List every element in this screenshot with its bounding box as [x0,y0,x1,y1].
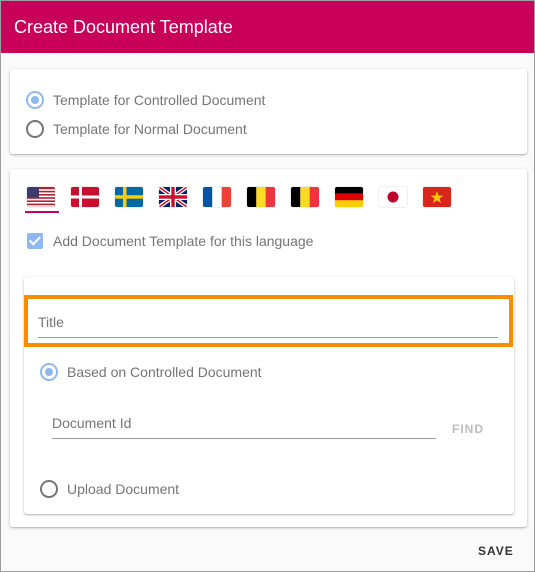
selected-language-indicator [25,211,59,213]
dialog-title: Create Document Template [1,1,534,53]
germany-flag-tab[interactable] [335,187,371,207]
germany-flag-icon[interactable] [335,187,363,207]
us-flag-icon[interactable] [27,187,55,207]
language-flags [25,187,467,213]
radio-checked-icon[interactable] [40,363,58,381]
us-flag-tab[interactable] [25,187,63,213]
radio-upload-document[interactable]: Upload Document [40,480,179,498]
radio-checked-icon[interactable] [26,91,44,109]
belgium-flag-tab[interactable] [247,187,283,207]
document-id-input[interactable]: Document Id [52,415,436,439]
radio-label: Upload Document [67,481,180,497]
vietnam-flag-tab[interactable] [423,187,459,207]
radio-unchecked-icon[interactable] [40,480,58,498]
checkbox-label: Add Document Template for this language [53,233,314,249]
checkbox-checked-icon[interactable] [27,233,43,249]
sweden-flag-tab[interactable] [115,187,151,207]
france-flag-tab[interactable] [203,187,239,207]
vietnam-flag-icon[interactable] [423,187,451,207]
belgium-flag-icon[interactable] [291,187,319,207]
template-type-card: Template for Controlled Document Templat… [10,69,527,154]
title-field-highlight: Title [24,295,513,347]
radio-based-on-controlled-document[interactable]: Based on Controlled Document [40,363,262,381]
japan-flag-icon[interactable] [379,187,407,207]
title-input[interactable]: Title [38,314,498,338]
uk-flag-icon[interactable] [159,187,187,207]
belgium-flag-icon[interactable] [247,187,275,207]
radio-unchecked-icon[interactable] [26,120,44,138]
uk-flag-tab[interactable] [159,187,195,207]
radio-label: Template for Normal Document [53,121,247,137]
language-card: Add Document Template for this language … [10,169,527,527]
create-template-dialog: Create Document Template Template for Co… [0,0,535,572]
denmark-flag-tab[interactable] [71,187,107,207]
radio-label: Template for Controlled Document [53,92,266,108]
find-button[interactable]: FIND [452,422,484,436]
denmark-flag-icon[interactable] [71,187,99,207]
sweden-flag-icon[interactable] [115,187,143,207]
add-template-language-checkbox-row[interactable]: Add Document Template for this language [27,233,313,249]
japan-flag-tab[interactable] [379,187,415,207]
france-flag-icon[interactable] [203,187,231,207]
radio-normal-document[interactable]: Template for Normal Document [26,120,247,138]
belgium-alt-flag-tab[interactable] [291,187,327,207]
radio-controlled-document[interactable]: Template for Controlled Document [26,91,265,109]
radio-label: Based on Controlled Document [67,364,262,380]
save-button[interactable]: SAVE [478,544,514,558]
